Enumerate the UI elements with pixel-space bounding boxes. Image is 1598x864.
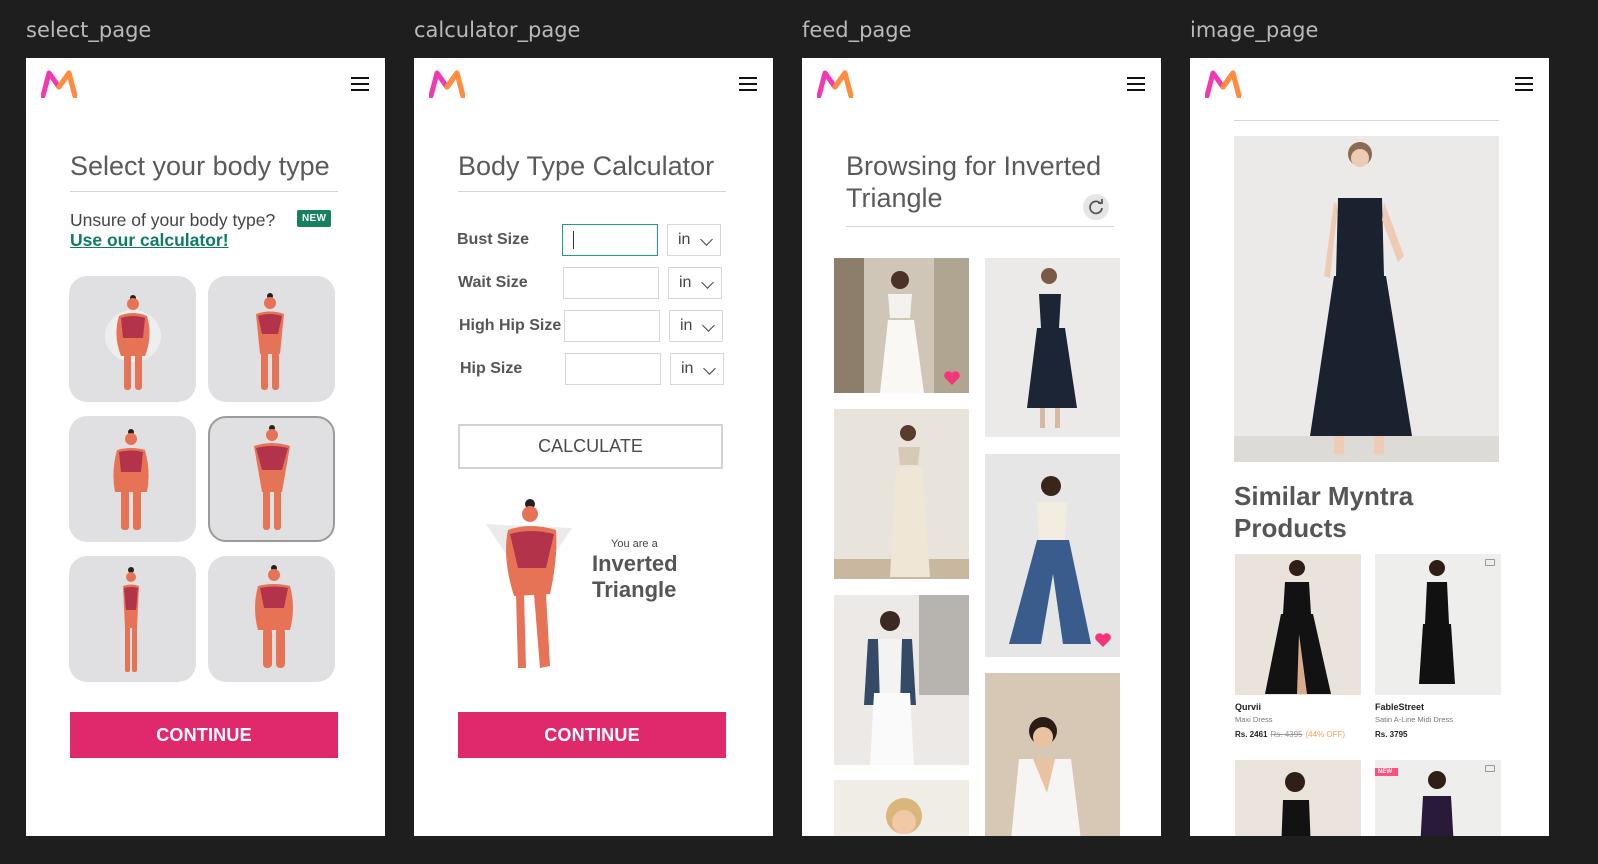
top-bar [26, 58, 385, 110]
body-type-card-5[interactable] [69, 556, 196, 682]
hamburger-menu-icon[interactable] [351, 77, 369, 91]
title-divider [70, 191, 338, 192]
hamburger-menu-icon[interactable] [739, 77, 757, 91]
hamburger-menu-icon[interactable] [1515, 77, 1533, 91]
product-brand: FableStreet [1375, 702, 1425, 712]
feed-photo-5[interactable] [985, 258, 1120, 437]
page-title: Select your body type [70, 151, 330, 181]
frame-label-calculator: calculator_page [414, 18, 581, 42]
title-divider [846, 226, 1114, 227]
chevron-down-icon [700, 233, 713, 246]
top-bar [1190, 58, 1549, 110]
product-image: NEW [1375, 760, 1501, 836]
page-title-line-2: Triangle [846, 183, 943, 213]
wait-size-input[interactable] [563, 267, 659, 299]
chevron-down-icon [702, 319, 715, 332]
calculator-link[interactable]: Use our calculator! [70, 230, 229, 251]
myntra-logo-icon[interactable] [817, 70, 853, 98]
refresh-button[interactable] [1083, 194, 1109, 220]
body-type-card-2[interactable] [208, 276, 335, 402]
frame-label-select: select_page [26, 18, 152, 42]
body-type-card-3[interactable] [69, 416, 196, 542]
product-discount: (44% OFF) [1305, 730, 1346, 739]
myntra-logo-icon[interactable] [41, 70, 77, 98]
wishlist-icon[interactable] [1485, 559, 1495, 566]
top-bar [414, 58, 773, 110]
hip-size-input[interactable] [565, 353, 661, 385]
top-divider [1234, 120, 1499, 121]
heart-icon[interactable] [943, 370, 961, 386]
body-type-card-1[interactable] [69, 276, 196, 402]
product-name: Maxi Dress [1235, 715, 1273, 724]
bust-size-label: Bust Size [457, 231, 530, 248]
product-card-3[interactable] [1235, 760, 1361, 836]
product-card-qurvii[interactable]: Qurvii Maxi Dress Rs. 2461 Rs. 4395 (44% O… [1235, 554, 1361, 739]
bust-size-input[interactable] [562, 224, 658, 256]
title-divider [458, 191, 726, 192]
result-prefix-text: You are a [611, 538, 658, 550]
myntra-logo-icon[interactable] [1205, 70, 1241, 98]
frame-label-image: image_page [1190, 18, 1319, 42]
similar-title-line-1: Similar Myntra [1234, 481, 1414, 511]
calculate-button[interactable]: CALCULATE [458, 424, 723, 469]
continue-button[interactable]: CONTINUE [458, 712, 726, 758]
product-price: Rs. 3795 [1375, 730, 1408, 739]
chevron-down-icon [701, 276, 714, 289]
new-badge: NEW [297, 210, 332, 227]
feed-page-frame: Browsing for Inverted Triangle [802, 58, 1161, 836]
heart-icon[interactable] [1094, 632, 1112, 648]
product-image [1235, 760, 1361, 836]
body-type-card-4-selected[interactable] [208, 416, 335, 542]
product-image [1375, 554, 1501, 695]
main-product-image[interactable] [1234, 136, 1499, 462]
wait-size-label: Wait Size [458, 274, 528, 291]
hamburger-menu-icon[interactable] [1127, 77, 1145, 91]
feed-photo-1[interactable] [834, 258, 969, 393]
unsure-text: Unsure of your body type? [70, 210, 276, 230]
frame-label-feed: feed_page [802, 18, 912, 42]
feed-photo-7[interactable] [985, 673, 1120, 836]
high-hip-size-label: High Hip Size [459, 317, 562, 334]
refresh-icon [1089, 199, 1103, 215]
wait-unit-select[interactable]: in [668, 267, 722, 299]
feed-photo-6[interactable] [985, 454, 1120, 657]
top-bar [802, 58, 1161, 110]
calculator-page-frame: Body Type Calculator Bust Size in Wait S… [414, 58, 773, 836]
continue-button[interactable]: CONTINUE [70, 712, 338, 758]
similar-title-line-2: Products [1234, 513, 1347, 543]
page-title: Browsing for Inverted Triangle [846, 150, 1101, 214]
new-tag: NEW [1375, 768, 1398, 776]
feed-photo-2[interactable] [834, 409, 969, 579]
result-body-type: Inverted Triangle [592, 551, 678, 603]
similar-products-title: Similar Myntra Products [1234, 480, 1413, 544]
text-cursor [573, 231, 574, 249]
image-page-frame: Similar Myntra Products Qurvii Maxi Dres… [1190, 58, 1549, 836]
product-card-4[interactable]: NEW [1375, 760, 1501, 836]
page-title-line-1: Browsing for Inverted [846, 151, 1102, 181]
high-hip-unit-select[interactable]: in [669, 310, 723, 342]
body-type-card-6[interactable] [208, 556, 335, 682]
myntra-logo-icon[interactable] [429, 70, 465, 98]
product-card-fablestreet[interactable]: FableStreet Satin A-Line Midi Dress Rs. … [1375, 554, 1501, 739]
result-line-1: Inverted [592, 551, 678, 576]
product-old-price: Rs. 4395 [1270, 730, 1303, 739]
wishlist-icon[interactable] [1485, 765, 1495, 772]
select-page-frame: Select your body type Unsure of your bod… [26, 58, 385, 836]
hip-size-label: Hip Size [460, 360, 523, 377]
high-hip-size-input[interactable] [564, 310, 660, 342]
feed-photo-4[interactable] [834, 780, 969, 836]
page-title: Body Type Calculator [458, 151, 715, 181]
product-image [1235, 554, 1361, 695]
inverted-triangle-figure-icon [486, 499, 572, 668]
feed-photo-3[interactable] [834, 595, 969, 765]
hip-unit-select[interactable]: in [670, 353, 724, 385]
result-line-2: Triangle [592, 577, 677, 602]
product-name: Satin A-Line Midi Dress [1375, 715, 1453, 724]
product-price: Rs. 2461 Rs. 4395 (44% OFF) [1235, 730, 1346, 739]
product-brand: Qurvii [1235, 702, 1262, 712]
bust-unit-select[interactable]: in [667, 224, 721, 256]
chevron-down-icon [703, 362, 716, 375]
